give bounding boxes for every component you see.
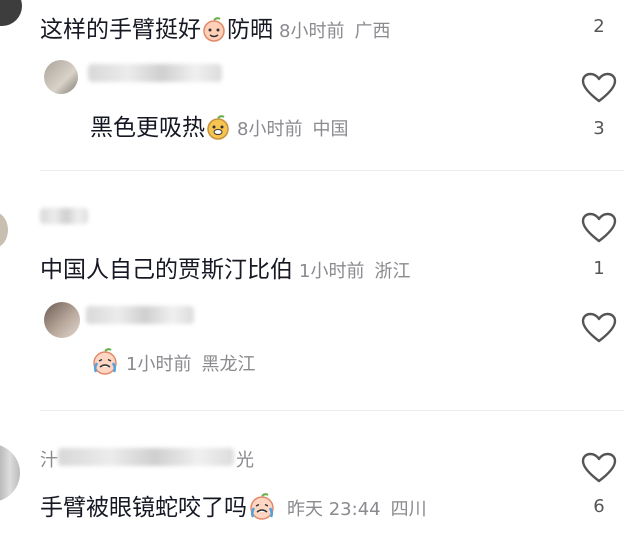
crying-emoji-icon — [250, 493, 274, 520]
comment-text: 这样的手臂挺好 防晒 8小时前 广西 — [40, 17, 391, 43]
avatar[interactable] — [44, 60, 78, 94]
username-blurred[interactable] — [40, 208, 88, 224]
like-count: 1 — [593, 258, 605, 279]
avatar[interactable] — [0, 444, 20, 502]
comment-meta: 1小时前 浙江 — [299, 261, 411, 282]
comment-text: 1小时前 黑龙江 — [90, 348, 255, 376]
like-count: 2 — [593, 16, 605, 37]
heart-icon[interactable] — [581, 212, 617, 244]
comment-meta: 昨天 23:44 四川 — [287, 499, 427, 520]
divider — [40, 410, 624, 411]
peach-face-emoji-icon — [203, 17, 225, 42]
like-count: 6 — [593, 496, 605, 517]
comment-meta: 1小时前 黑龙江 — [126, 354, 256, 375]
avatar[interactable] — [0, 0, 22, 26]
avatar[interactable] — [0, 212, 8, 248]
comment-text: 手臂被眼镜蛇咬了吗 昨天 23:44 四川 — [40, 493, 427, 521]
heart-icon[interactable] — [581, 312, 617, 344]
like-count: 3 — [593, 118, 605, 139]
divider — [40, 170, 624, 171]
comment-text: 黑色更吸热 8小时前 中国 — [90, 115, 349, 141]
heart-icon[interactable] — [581, 452, 617, 484]
doge-emoji-icon — [207, 115, 229, 140]
username[interactable]: 汁 — [40, 446, 58, 472]
crying-emoji-icon — [93, 348, 117, 375]
avatar[interactable] — [44, 302, 80, 338]
username-blurred[interactable] — [86, 306, 194, 324]
heart-icon[interactable] — [581, 72, 617, 104]
comment-text: 中国人自己的贾斯汀比伯 1小时前 浙江 — [40, 257, 411, 283]
username-blurred[interactable] — [88, 64, 222, 82]
username[interactable]: 光 — [236, 446, 254, 472]
comment-meta: 8小时前 广西 — [279, 21, 391, 42]
username-blurred[interactable] — [58, 448, 234, 466]
comment-meta: 8小时前 中国 — [237, 119, 349, 140]
